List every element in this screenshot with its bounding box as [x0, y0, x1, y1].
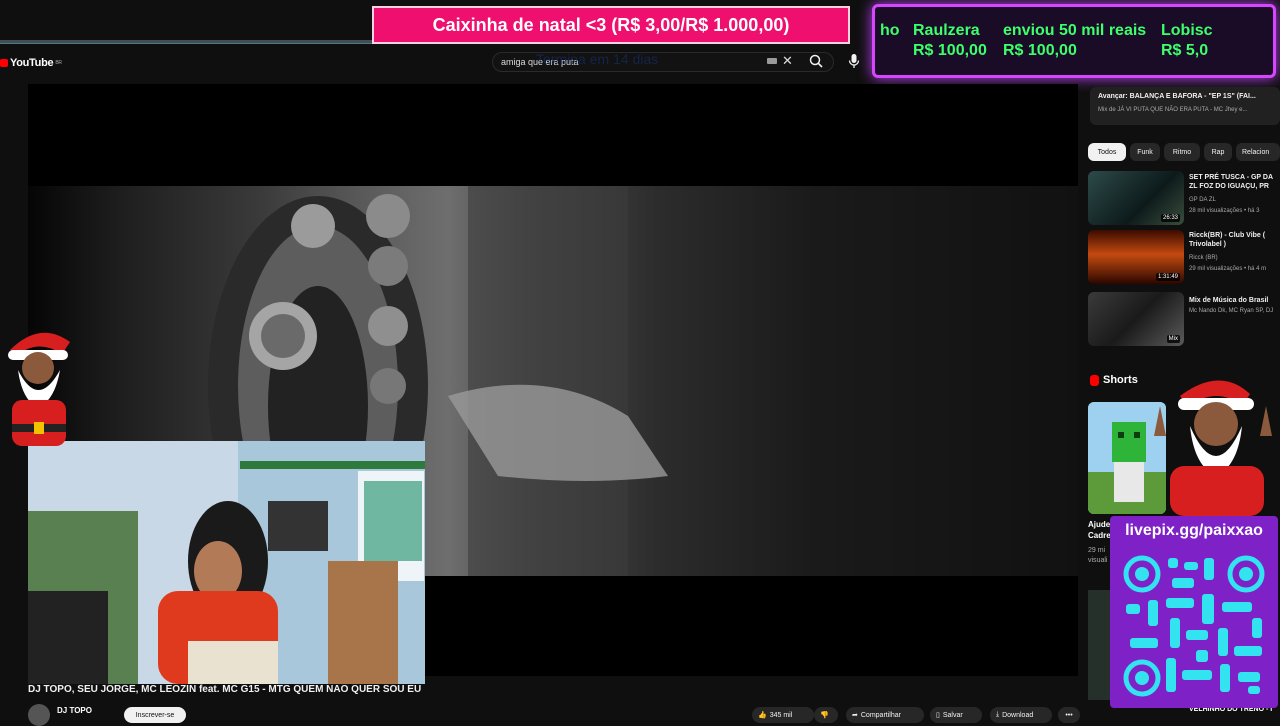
recommendation-thumbnail[interactable]: Mix — [1088, 292, 1184, 346]
chip-rap[interactable]: Rap — [1204, 143, 1232, 161]
download-label: Download — [1002, 711, 1034, 719]
share-label: Compartilhar — [860, 711, 901, 719]
download-button[interactable]: ⤓ Download — [990, 707, 1052, 723]
qr-code-icon — [1120, 552, 1268, 700]
channel-avatar[interactable] — [28, 704, 50, 726]
donation-goal-text: Caixinha de natal <3 (R$ 3,00/R$ 1.000,0… — [432, 14, 790, 35]
chip-ritmo[interactable]: Ritmo — [1164, 143, 1200, 161]
livepix-url: livepix.gg/paixxao — [1125, 522, 1263, 539]
like-button[interactable]: 👍 345 mil — [752, 707, 814, 723]
search-ghost-text: Termina em 14 dias — [536, 51, 659, 67]
ticker-item: enviou 50 mil reais R$ 100,00 — [1003, 21, 1146, 61]
ticker-name: Raulzera — [913, 22, 980, 39]
microphone-icon[interactable] — [846, 52, 862, 70]
bookmark-icon: ▯ — [936, 712, 940, 719]
youtube-play-icon — [0, 59, 8, 67]
video-title: DJ TOPO, SEU JORGE, MC LEOZIN feat. MC G… — [28, 684, 422, 695]
recommendation-title[interactable]: Mix de Música do Brasil — [1189, 296, 1280, 305]
short-thumbnail[interactable] — [1088, 590, 1110, 700]
ticker-item: Raulzera R$ 100,00 — [913, 21, 987, 61]
save-button[interactable]: ▯ Salvar — [930, 707, 982, 723]
youtube-logo[interactable]: YouTube BR — [0, 55, 62, 71]
video-duration: 1:31:49 — [1155, 273, 1180, 281]
more-actions-button[interactable]: ••• — [1058, 707, 1080, 723]
search-icon[interactable] — [808, 53, 824, 69]
video-duration: 26:33 — [1160, 214, 1180, 222]
ticker-name: enviou 50 mil reais — [1003, 22, 1147, 39]
recommendation-channel[interactable]: GP DA ZL — [1189, 197, 1216, 203]
recommendation-title[interactable]: SET PRÉ TUSCA - GP DA ZL FOZ DO IGUAÇU, … — [1189, 173, 1280, 191]
up-next-subtitle: Mix de JÁ VI PUTA QUE NÃO ERA PUTA - MC … — [1098, 107, 1248, 113]
mix-badge: Mix — [1166, 335, 1180, 343]
youtube-logo-text: YouTube — [10, 57, 54, 69]
ticker-amount: R$ 100,00 — [1003, 42, 1077, 59]
dislike-button[interactable]: 👎 — [814, 707, 838, 723]
santa-sticker — [1154, 380, 1272, 516]
recommendation-meta: 28 mil visualizações • há 3 — [1189, 208, 1260, 214]
shorts-icon — [1090, 374, 1099, 386]
close-icon[interactable]: ✕ — [782, 53, 793, 69]
chip-funk[interactable]: Funk — [1130, 143, 1160, 161]
share-icon: ➦ — [852, 712, 858, 719]
like-count: 345 mil — [769, 711, 793, 719]
streamer-webcam — [28, 441, 425, 684]
recommendation-title[interactable]: Ricck(BR) - Club Vibe ( Trivolabel ) — [1189, 231, 1280, 249]
ticker-amount: R$ 100,00 — [913, 42, 987, 59]
download-icon: ⤓ — [996, 711, 1000, 718]
thumbs-up-icon: 👍 — [758, 712, 767, 719]
share-button[interactable]: ➦ Compartilhar — [846, 707, 924, 723]
channel-name[interactable]: DJ TOPO — [57, 706, 92, 715]
ticker-amount: R$ 5,0 — [1161, 42, 1209, 59]
recommendation-meta: 29 mil visualizações • há 4 m — [1189, 266, 1267, 272]
ticker-item: ho — [880, 21, 900, 41]
recommendation-thumbnail[interactable]: 26:33 — [1088, 171, 1184, 225]
save-label: Salvar — [942, 711, 963, 719]
more-icon: ••• — [1065, 711, 1073, 719]
ticker-name: ho — [880, 22, 900, 39]
recommendation-thumbnail[interactable]: 1:31:49 — [1088, 230, 1184, 284]
up-next-title: Avançar: BALANÇA E BAFORA - "EP 1S" (FAI… — [1098, 93, 1256, 100]
santa-sticker — [8, 332, 70, 446]
donation-ticker: ho Raulzera R$ 100,00 enviou 50 mil reai… — [872, 4, 1276, 78]
thumbs-down-icon: 👎 — [820, 712, 829, 719]
ticker-name: Lobisc — [1161, 22, 1213, 39]
youtube-region: BR — [55, 60, 62, 66]
chip-todos[interactable]: Todos — [1088, 143, 1126, 161]
recommendation-channel[interactable]: Ricck (BR) — [1189, 255, 1218, 261]
recommendation-channel[interactable]: Mc Nando Dk, MC Ryan SP, DJ — [1189, 308, 1273, 314]
webcam-scene — [28, 441, 425, 684]
keyboard-icon[interactable] — [767, 58, 777, 64]
ticker-item: Lobisc R$ 5,0 — [1161, 21, 1213, 61]
donation-goal-banner: Caixinha de natal <3 (R$ 3,00/R$ 1.000,0… — [372, 6, 850, 44]
chip-relacionados[interactable]: Relacion — [1236, 143, 1280, 161]
subscribe-button[interactable]: Inscrever-se — [124, 707, 186, 723]
